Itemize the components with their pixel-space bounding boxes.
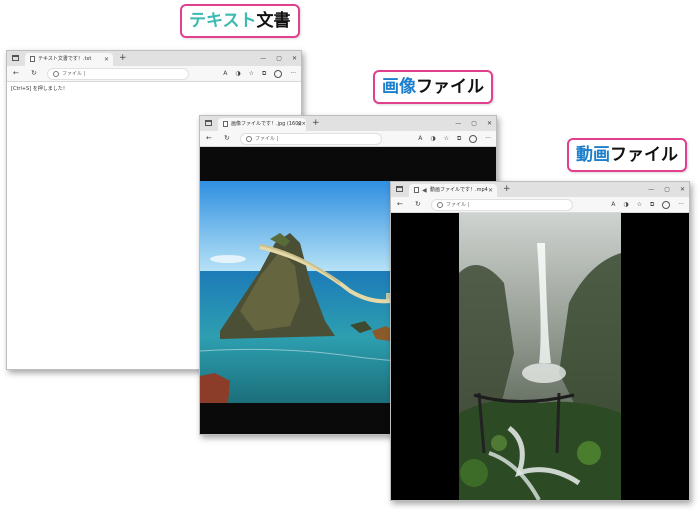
- tab-image-file[interactable]: 画像ファイルです！.jpg (1600×1200) ✕: [218, 118, 306, 131]
- back-icon[interactable]: ←: [206, 132, 212, 145]
- favorite-icon[interactable]: ☆: [444, 132, 449, 145]
- tab-title: 動画ファイルです！.mp4: [430, 187, 488, 193]
- maximize-icon[interactable]: ▢: [276, 51, 282, 66]
- tab-title: 画像ファイルです！.jpg (1600×1200): [231, 121, 306, 127]
- reload-indicator-icon[interactable]: ◑: [623, 198, 628, 211]
- new-tab-icon[interactable]: +: [119, 52, 127, 65]
- document-icon: [223, 121, 228, 127]
- read-aloud-icon[interactable]: A: [611, 198, 615, 211]
- close-icon[interactable]: ✕: [488, 184, 493, 197]
- collections-icon[interactable]: ⧉: [262, 67, 266, 80]
- video-frame-waterfall: [459, 213, 621, 500]
- document-icon: [30, 56, 35, 62]
- speaker-icon[interactable]: ◀: [422, 188, 427, 194]
- toolbar-tools: A ◑ ☆ ⧉ ···: [223, 67, 296, 80]
- window-controls: — ▢ ✕: [648, 182, 685, 197]
- tab-actions-icon[interactable]: [396, 186, 403, 192]
- toolbar: ← ↻ ファイル | A ◑ ☆ ⧉ ···: [391, 197, 689, 213]
- close-icon[interactable]: ✕: [680, 182, 685, 197]
- tab-title: テキスト文書です！.txt: [38, 56, 92, 62]
- collections-icon[interactable]: ⧉: [457, 132, 461, 145]
- favorite-icon[interactable]: ☆: [249, 67, 254, 80]
- reload-indicator-icon[interactable]: ◑: [235, 67, 240, 80]
- refresh-icon[interactable]: ↻: [31, 67, 37, 80]
- address-text: ファイル: [255, 136, 276, 142]
- maximize-icon[interactable]: ▢: [664, 182, 670, 197]
- address-text: ファイル: [446, 202, 467, 208]
- tab-actions-icon[interactable]: [12, 55, 19, 61]
- window-controls: — ▢ ✕: [455, 116, 492, 131]
- page-content: [391, 213, 689, 500]
- refresh-icon[interactable]: ↻: [415, 198, 421, 211]
- video-browser-window: ◀ 動画ファイルです！.mp4 ✕ + — ▢ ✕ ← ↻ ファイル | A ◑…: [390, 181, 690, 501]
- tab-actions-icon[interactable]: [205, 120, 212, 126]
- toolbar-tools: A ◑ ☆ ⧉ ···: [418, 132, 491, 145]
- toolbar-tools: A ◑ ☆ ⧉ ···: [611, 198, 684, 211]
- address-text: ファイル: [62, 71, 83, 77]
- close-icon[interactable]: ✕: [292, 51, 297, 66]
- toolbar: ← ↻ ファイル | A ◑ ☆ ⧉ ···: [200, 131, 496, 147]
- address-bar[interactable]: ファイル |: [431, 199, 573, 211]
- minimize-icon[interactable]: —: [260, 51, 266, 66]
- maximize-icon[interactable]: ▢: [471, 116, 477, 131]
- address-bar[interactable]: ファイル |: [240, 133, 382, 145]
- close-icon[interactable]: ✕: [104, 53, 109, 66]
- collections-icon[interactable]: ⧉: [650, 198, 654, 211]
- label-text-document: テキスト文書: [180, 4, 300, 38]
- document-text: [Ctrl+S] を押しました！: [11, 86, 68, 92]
- read-aloud-icon[interactable]: A: [418, 132, 422, 145]
- profile-icon[interactable]: [469, 135, 478, 143]
- tab-bar: ◀ 動画ファイルです！.mp4 ✕ + — ▢ ✕: [391, 182, 689, 197]
- close-icon[interactable]: ✕: [297, 118, 302, 131]
- info-icon: [437, 201, 443, 208]
- favorite-icon[interactable]: ☆: [637, 198, 642, 211]
- tab-bar: 画像ファイルです！.jpg (1600×1200) ✕ + — ▢ ✕: [200, 116, 496, 131]
- address-bar[interactable]: ファイル |: [47, 68, 189, 80]
- label-video-file: 動画ファイル: [567, 138, 687, 172]
- reload-indicator-icon[interactable]: ◑: [430, 132, 435, 145]
- minimize-icon[interactable]: —: [648, 182, 654, 197]
- minimize-icon[interactable]: —: [455, 116, 461, 131]
- profile-icon[interactable]: [274, 70, 283, 78]
- tab-bar: テキスト文書です！.txt ✕ + — ▢ ✕: [7, 51, 301, 66]
- new-tab-icon[interactable]: +: [312, 117, 320, 130]
- read-aloud-icon[interactable]: A: [223, 67, 227, 80]
- toolbar: ← ↻ ファイル | A ◑ ☆ ⧉ ···: [7, 66, 301, 82]
- document-icon: [414, 187, 419, 193]
- refresh-icon[interactable]: ↻: [224, 132, 230, 145]
- info-icon: [53, 70, 59, 77]
- label-image-file: 画像ファイル: [373, 70, 493, 104]
- info-icon: [246, 135, 252, 142]
- back-icon[interactable]: ←: [13, 67, 19, 80]
- more-icon[interactable]: ···: [678, 198, 684, 211]
- close-icon[interactable]: ✕: [487, 116, 492, 131]
- more-icon[interactable]: ···: [485, 132, 491, 145]
- window-controls: — ▢ ✕: [260, 51, 297, 66]
- more-icon[interactable]: ···: [290, 67, 296, 80]
- profile-icon[interactable]: [662, 201, 671, 209]
- back-icon[interactable]: ←: [397, 198, 403, 211]
- tab-text-file[interactable]: テキスト文書です！.txt ✕: [25, 53, 113, 66]
- new-tab-icon[interactable]: +: [503, 183, 511, 196]
- tab-video-file[interactable]: ◀ 動画ファイルです！.mp4 ✕: [409, 184, 497, 197]
